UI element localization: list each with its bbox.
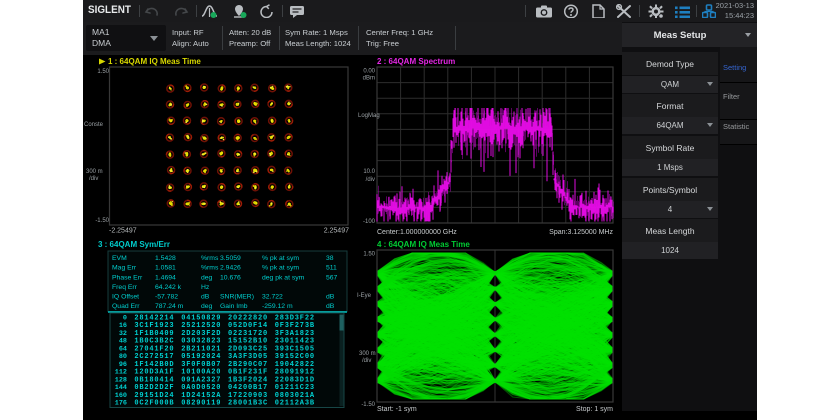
svg-text:300 m: 300 m bbox=[359, 351, 376, 357]
svg-text:1.5428: 1.5428 bbox=[155, 255, 176, 262]
svg-text:16: 16 bbox=[119, 322, 127, 330]
svg-text:48: 48 bbox=[119, 338, 127, 346]
svg-text:1.50: 1.50 bbox=[97, 69, 109, 75]
svg-text:300 m: 300 m bbox=[86, 169, 103, 175]
svg-text:Stop: 1 sym: Stop: 1 sym bbox=[576, 406, 613, 413]
svg-text:0C2F000B 08290119 28001B3C 021: 0C2F000B 08290119 28001B3C 02112A3B bbox=[134, 400, 314, 408]
svg-text:2.25497: 2.25497 bbox=[324, 228, 349, 235]
svg-text:64.242 k: 64.242 k bbox=[155, 284, 182, 291]
svg-text:-1.50: -1.50 bbox=[361, 402, 375, 408]
svg-text:Freq Err: Freq Err bbox=[112, 284, 138, 291]
svg-text:32.722: 32.722 bbox=[262, 294, 283, 301]
svg-text:SNR(MER): SNR(MER) bbox=[220, 294, 254, 301]
svg-text:10.0: 10.0 bbox=[363, 169, 375, 175]
svg-text:LogMag: LogMag bbox=[358, 113, 380, 119]
svg-text:176: 176 bbox=[115, 400, 127, 408]
svg-text:% pk at sym: % pk at sym bbox=[262, 255, 299, 262]
svg-text:-2.25497: -2.25497 bbox=[109, 228, 137, 235]
svg-text:1 : 64QAM IQ Meas Time: 1 : 64QAM IQ Meas Time bbox=[108, 57, 201, 66]
svg-text:dB: dB bbox=[326, 303, 335, 310]
svg-text:2.9426: 2.9426 bbox=[220, 265, 241, 272]
svg-text:1.4694: 1.4694 bbox=[155, 274, 176, 281]
svg-text:38: 38 bbox=[326, 255, 334, 262]
svg-text:-259.12 m: -259.12 m bbox=[262, 303, 293, 310]
svg-text:Hz: Hz bbox=[201, 284, 210, 291]
svg-text:dB: dB bbox=[201, 294, 210, 301]
svg-text:% pk at sym: % pk at sym bbox=[262, 265, 299, 272]
svg-text:-1.50: -1.50 bbox=[95, 218, 109, 224]
svg-text:Conste: Conste bbox=[84, 122, 104, 128]
svg-text:deg pk at sym: deg pk at sym bbox=[262, 274, 305, 281]
svg-text:/div: /div bbox=[362, 358, 371, 364]
svg-text:128: 128 bbox=[115, 376, 127, 384]
svg-text:I-Eye: I-Eye bbox=[357, 293, 372, 299]
svg-text:10.676: 10.676 bbox=[220, 274, 241, 281]
svg-text:3 : 64QAM Sym/Err: 3 : 64QAM Sym/Err bbox=[98, 240, 170, 249]
svg-text:dBm: dBm bbox=[363, 76, 375, 82]
svg-text:0.00: 0.00 bbox=[363, 69, 375, 75]
svg-text:Span:3.125000 MHz: Span:3.125000 MHz bbox=[549, 229, 613, 236]
svg-text:511: 511 bbox=[326, 265, 337, 272]
svg-text:567: 567 bbox=[326, 274, 338, 281]
svg-text:dB: dB bbox=[326, 294, 335, 301]
svg-text:787.24 m: 787.24 m bbox=[155, 303, 184, 310]
svg-text:deg: deg bbox=[201, 303, 213, 310]
svg-text:3C1F1923 25212520 052D0F14 0F3: 3C1F1923 25212520 052D0F14 0F3F273B bbox=[134, 322, 314, 330]
svg-text:Center:1.000000000 GHz: Center:1.000000000 GHz bbox=[377, 229, 457, 236]
svg-text:Quad Err: Quad Err bbox=[112, 303, 140, 310]
svg-text:4 : 64QAM IQ Meas Time: 4 : 64QAM IQ Meas Time bbox=[377, 240, 470, 249]
svg-text:-57.782: -57.782 bbox=[155, 294, 178, 301]
svg-text:Mag Err: Mag Err bbox=[112, 265, 137, 272]
svg-text:1.50: 1.50 bbox=[363, 252, 375, 258]
svg-text:1.0581: 1.0581 bbox=[155, 265, 176, 272]
svg-text:3.5059: 3.5059 bbox=[220, 255, 241, 262]
svg-text:%rms: %rms bbox=[201, 265, 219, 272]
svg-text:IQ Offset: IQ Offset bbox=[112, 294, 139, 301]
svg-text:1B0C3B2C 03032823 15152B10 230: 1B0C3B2C 03032823 15152B10 23011423 bbox=[134, 338, 314, 346]
svg-text:0B180414 091A2327 1B3F2024 220: 0B180414 091A2327 1B3F2024 22083D1D bbox=[134, 376, 314, 384]
svg-text:1F142B0D 3F0F0B07 2B290C07 190: 1F142B0D 3F0F0B07 2B290C07 19042822 bbox=[134, 361, 314, 369]
svg-text:%rms: %rms bbox=[201, 255, 219, 262]
svg-text:/div: /div bbox=[89, 176, 98, 182]
svg-text:96: 96 bbox=[119, 361, 127, 369]
svg-text:-100: -100 bbox=[363, 219, 376, 225]
svg-text:Phase Err: Phase Err bbox=[112, 274, 143, 281]
svg-text:EVM: EVM bbox=[112, 255, 127, 262]
svg-text:2 : 64QAM Spectrum: 2 : 64QAM Spectrum bbox=[377, 57, 455, 66]
svg-text:/div: /div bbox=[366, 177, 375, 183]
svg-text:Gain Imb: Gain Imb bbox=[220, 303, 248, 310]
svg-text:deg: deg bbox=[201, 274, 213, 281]
svg-text:Start: -1 sym: Start: -1 sym bbox=[377, 406, 417, 413]
